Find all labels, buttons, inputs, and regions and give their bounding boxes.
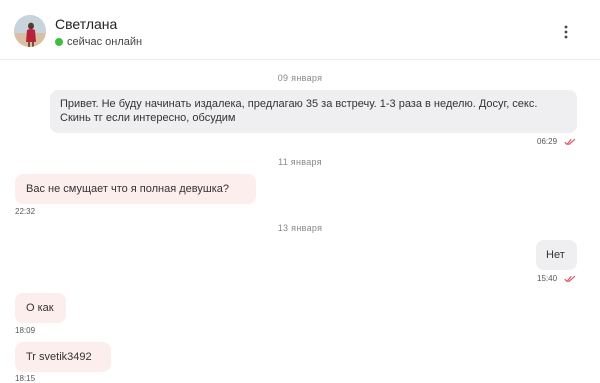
chat-header: Светлана сейчас онлайн	[0, 0, 600, 60]
date-separator: 11 января	[278, 157, 322, 167]
outgoing-message[interactable]: Нет	[536, 240, 577, 270]
online-indicator	[55, 38, 63, 46]
message-time: 18:09	[15, 326, 36, 335]
double-check-icon	[564, 138, 576, 146]
message-time: 15:40	[537, 274, 558, 283]
outgoing-message[interactable]: Привет. Не буду начинать издалека, предл…	[50, 90, 577, 133]
avatar-photo	[14, 15, 46, 47]
contact-name[interactable]: Светлана	[55, 16, 117, 32]
double-check-icon	[564, 275, 576, 283]
incoming-message[interactable]: Tr svetik3492	[15, 342, 111, 372]
more-vertical-icon	[564, 25, 568, 39]
avatar[interactable]	[14, 15, 46, 47]
date-separator: 09 января	[277, 73, 323, 83]
message-time: 22:32	[15, 207, 36, 216]
message-time: 18:15	[15, 374, 36, 383]
status-text: сейчас онлайн	[67, 36, 143, 48]
incoming-message[interactable]: О как	[15, 293, 66, 323]
more-options-button[interactable]	[560, 24, 572, 40]
incoming-message[interactable]: Вас не смущает что я полная девушка?	[15, 174, 256, 204]
message-time: 06:29	[537, 137, 558, 146]
message-list[interactable]: 09 января Привет. Не буду начинать издал…	[0, 60, 600, 383]
date-separator: 13 января	[277, 223, 323, 233]
online-status: сейчас онлайн	[55, 36, 142, 48]
